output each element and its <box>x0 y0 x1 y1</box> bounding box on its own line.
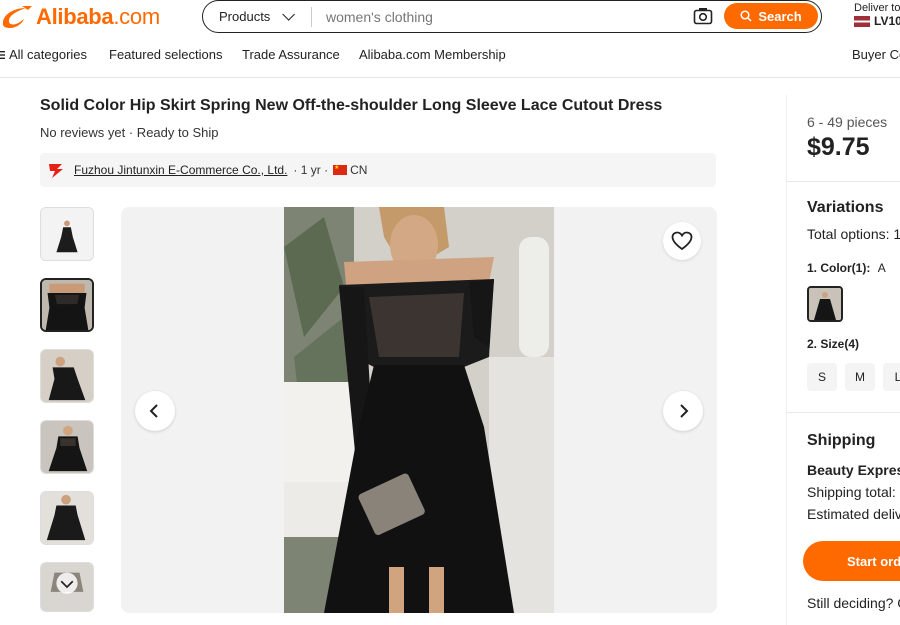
search-button-label: Search <box>758 8 802 24</box>
dress-swatch-image <box>809 288 841 320</box>
logo-suffix: .com <box>113 4 160 29</box>
divider <box>787 412 900 413</box>
thumbnail-3[interactable] <box>40 349 94 403</box>
search-category-label: Products <box>219 9 271 24</box>
unit-price: $9.75 <box>807 133 870 161</box>
logo-text: Alibaba <box>36 4 114 29</box>
product-gallery <box>121 207 717 613</box>
start-order-button[interactable]: Start orde <box>803 541 900 581</box>
order-panel: 6 - 49 pieces $9.75 Variations Total opt… <box>786 95 900 625</box>
nav-trade-assurance[interactable]: Trade Assurance <box>242 47 340 62</box>
dress-thumbnail-image <box>41 421 93 473</box>
estimated-delivery: Estimated deliv <box>807 506 900 522</box>
still-deciding-text: Still deciding? G <box>807 595 900 611</box>
camera-search-icon[interactable] <box>693 7 713 25</box>
dress-photo <box>284 207 554 613</box>
price-quantity-range: 6 - 49 pieces <box>807 114 888 130</box>
search-category-dropdown[interactable]: Products <box>203 1 311 32</box>
divider <box>787 181 900 182</box>
thumbnail-5[interactable] <box>40 491 94 545</box>
favorite-button[interactable] <box>663 222 701 260</box>
product-title: Solid Color Hip Skirt Spring New Off-the… <box>40 97 663 114</box>
supplier-bar: Fuzhou Jintunxin E-Commerce Co., Ltd. · … <box>40 153 716 187</box>
color-label-text: 1. Color(1): <box>807 261 871 275</box>
thumbnail-4[interactable] <box>40 420 94 474</box>
color-option-a[interactable] <box>807 286 843 322</box>
nav-membership[interactable]: Alibaba.com Membership <box>359 47 506 62</box>
shipping-method: Beauty Expres <box>807 462 900 478</box>
deliver-to[interactable]: Deliver to LV10 <box>854 2 900 28</box>
shipping-total: Shipping total: <box>807 484 896 500</box>
main-product-image <box>284 207 554 613</box>
thumbnail-2[interactable] <box>40 278 94 332</box>
thumbnail-1[interactable] <box>40 207 94 261</box>
product-review-status: No reviews yet · Ready to Ship <box>40 125 219 140</box>
nav-all-categories[interactable]: All categories <box>0 47 87 63</box>
nav-featured-selections[interactable]: Featured selections <box>109 47 222 62</box>
dress-thumbnail-image <box>41 563 93 611</box>
search-bar: Products Search <box>202 0 822 33</box>
nav-label: Buyer Ce <box>852 47 900 62</box>
alibaba-logo[interactable]: Alibaba.com <box>0 2 160 32</box>
total-options: Total options: 1 <box>807 226 900 242</box>
dress-thumbnail-image <box>41 350 93 402</box>
size-option-l[interactable]: L <box>883 363 900 391</box>
nav-label: Featured selections <box>109 47 223 62</box>
gallery-prev-button[interactable] <box>135 391 175 431</box>
chevron-right-icon <box>680 404 689 418</box>
nav-label: Trade Assurance <box>242 47 340 62</box>
color-label: 1. Color(1): A <box>807 261 886 275</box>
size-option-m[interactable]: M <box>845 363 875 391</box>
supplier-years: · 1 yr · <box>293 163 329 177</box>
search-icon <box>740 10 752 22</box>
search-button[interactable]: Search <box>724 3 818 29</box>
nav-label: All categories <box>9 47 88 62</box>
supplier-country: CN <box>350 163 368 177</box>
dress-thumbnail-image <box>42 280 92 330</box>
size-label: 2. Size(4) <box>807 337 860 351</box>
shipping-title: Shipping <box>807 432 876 449</box>
china-flag-icon <box>333 165 348 175</box>
supplier-logo-icon <box>49 164 63 178</box>
alibaba-logo-icon <box>2 6 32 28</box>
latvia-flag-icon <box>854 16 870 27</box>
top-nav: All categories Featured selections Trade… <box>0 40 900 78</box>
nav-label: Alibaba.com Membership <box>359 47 506 62</box>
search-divider <box>311 6 312 27</box>
color-value: A <box>877 261 886 275</box>
gallery-next-button[interactable] <box>663 391 703 431</box>
size-option-s[interactable]: S <box>807 363 837 391</box>
variations-title: Variations <box>807 199 884 216</box>
dress-thumbnail-image <box>41 492 93 544</box>
header: Alibaba.com Products Search Deliver to L… <box>0 0 900 40</box>
thumbnail-6[interactable] <box>40 562 94 612</box>
chevron-left-icon <box>149 404 158 418</box>
chevron-down-icon <box>282 8 296 21</box>
deliver-code: LV10 <box>874 14 900 28</box>
heart-icon <box>671 231 693 251</box>
dress-thumbnail-image <box>41 208 93 260</box>
search-input[interactable] <box>326 8 676 25</box>
nav-buyer-central[interactable]: Buyer Ce <box>852 47 900 62</box>
menu-icon <box>0 48 5 63</box>
supplier-name-link[interactable]: Fuzhou Jintunxin E-Commerce Co., Ltd. <box>74 163 287 177</box>
